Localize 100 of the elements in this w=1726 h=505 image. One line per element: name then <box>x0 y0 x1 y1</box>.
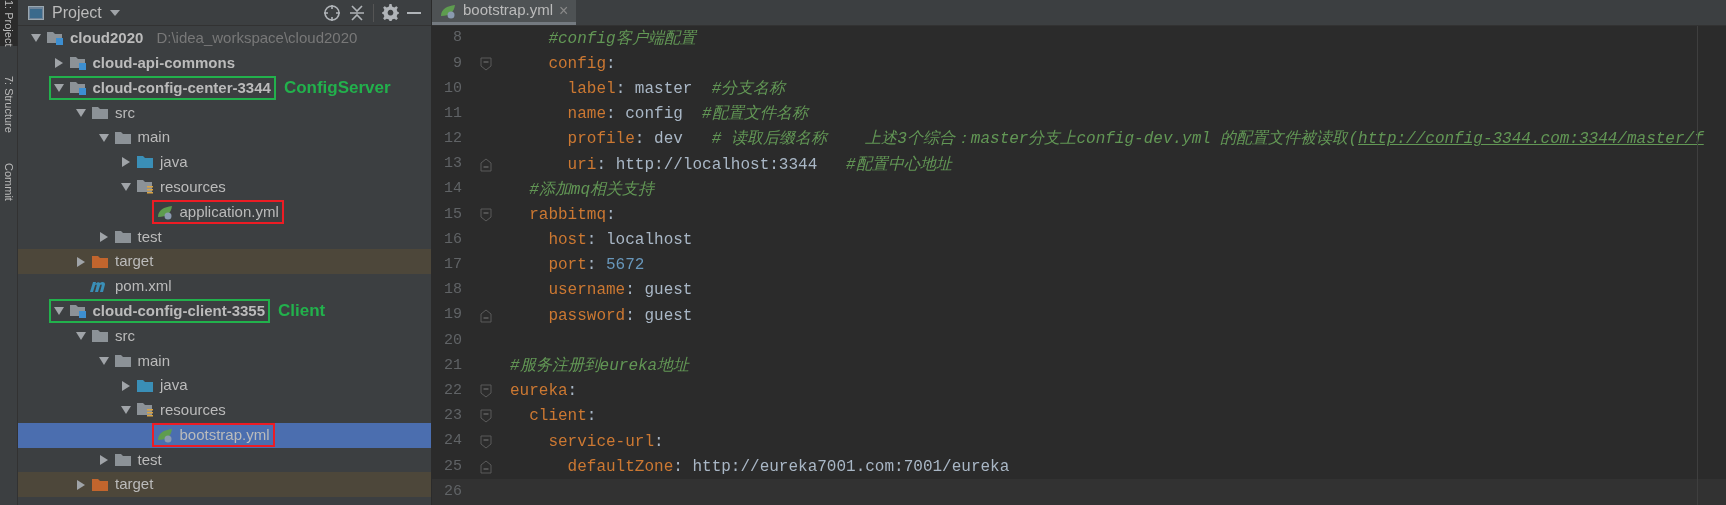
code-line: defaultZone: http://eureka7001.com:7001/eureka <box>566 456 1010 478</box>
tree-item-label: main <box>137 127 170 148</box>
line-number: 16 <box>443 229 462 250</box>
settings-icon[interactable] <box>382 4 399 21</box>
tree-item-label: main <box>137 350 170 371</box>
code-line: client: <box>528 406 597 428</box>
tree-item-label: resources <box>160 400 226 421</box>
code-line: #服务注册到eureka地址 <box>510 355 690 378</box>
tree-row[interactable]: application.yml <box>18 199 431 225</box>
expand-arrow-icon[interactable] <box>76 479 86 490</box>
module-folder-icon <box>69 55 87 72</box>
tree-row[interactable]: test <box>18 224 431 250</box>
line-number: 18 <box>443 280 462 301</box>
line-number: 21 <box>443 355 462 376</box>
tree-row[interactable]: resources <box>18 397 431 423</box>
folder-icon <box>137 155 154 170</box>
collapse-arrow-icon[interactable] <box>98 132 109 143</box>
collapse-arrow-icon[interactable] <box>31 33 41 44</box>
annotation-label: ConfigServer <box>283 77 391 100</box>
line-number: 19 <box>443 305 462 326</box>
tree-row[interactable]: cloud2020 D:\idea_workspace\cloud2020 <box>18 26 431 51</box>
tree-item-label: src <box>115 102 135 123</box>
fold-marker-icon[interactable] <box>480 459 492 474</box>
collapse-arrow-icon[interactable] <box>53 83 64 93</box>
tree-row[interactable]: cloud-config-center-3344 ConfigServer <box>18 75 431 101</box>
line-number: 10 <box>443 78 462 99</box>
tree-item-label: test <box>137 226 162 247</box>
line-number: 23 <box>443 406 462 427</box>
tree-item-label: cloud-config-center-3344 <box>92 77 271 98</box>
tree-item-label: cloud-api-commons <box>92 52 235 73</box>
tree-row[interactable]: test <box>18 447 431 473</box>
code-line: #config客户端配置 <box>547 28 696 50</box>
code-line: eureka: <box>510 381 578 403</box>
tool-window-tab[interactable]: Commit <box>0 163 18 202</box>
fold-marker-icon[interactable] <box>480 207 492 222</box>
project-path: D:\idea_workspace\cloud2020 <box>156 28 358 49</box>
line-number: 17 <box>443 255 462 276</box>
collapse-all-icon[interactable] <box>349 4 365 21</box>
dropdown-caret-icon[interactable] <box>109 9 120 16</box>
code-line: name: config #配置文件名称 <box>566 103 808 126</box>
module-folder-icon <box>69 303 87 320</box>
tree-row[interactable]: java <box>18 150 431 175</box>
line-number: 25 <box>443 456 462 477</box>
tab-label: bootstrap.yml <box>463 0 554 21</box>
fold-marker-icon[interactable] <box>480 384 492 399</box>
expand-arrow-icon[interactable] <box>98 231 109 242</box>
code-line: profile: dev # 读取后缀名称 上述3个综合：master分支上config-dev.yml 的配置文件被读取(http://config-3344.com:3344/master/f <box>566 128 1704 151</box>
expand-arrow-icon[interactable] <box>53 58 64 69</box>
leaf-icon <box>440 2 457 19</box>
line-number: 8 <box>452 28 462 49</box>
expand-arrow-icon[interactable] <box>121 157 131 168</box>
fold-marker-icon[interactable] <box>480 308 492 323</box>
code-line: rabbitmq: <box>528 204 616 226</box>
tree-row[interactable]: main <box>18 348 431 374</box>
collapse-arrow-icon[interactable] <box>98 355 109 366</box>
fold-marker-icon[interactable] <box>480 409 492 424</box>
editor-tab[interactable]: bootstrap.yml × <box>432 0 577 25</box>
tree-row[interactable]: target <box>18 249 431 274</box>
collapse-arrow-icon[interactable] <box>121 182 131 193</box>
collapse-arrow-icon[interactable] <box>76 330 86 341</box>
folder-icon <box>114 130 132 145</box>
module-folder-icon <box>69 80 87 96</box>
tree-item-label: pom.xml <box>115 276 172 297</box>
line-number: 12 <box>443 129 462 150</box>
code-line: config: <box>547 53 616 75</box>
expand-arrow-icon[interactable] <box>98 454 109 465</box>
tree-item-label: bootstrap.yml <box>179 424 270 445</box>
line-number: 22 <box>443 380 462 401</box>
tree-item-label: resources <box>160 176 226 197</box>
tree-row[interactable]: src <box>18 100 431 126</box>
tree-row[interactable]: target <box>18 472 431 498</box>
collapse-arrow-icon[interactable] <box>121 405 131 416</box>
folder-icon <box>92 328 109 343</box>
collapse-arrow-icon[interactable] <box>53 306 64 317</box>
line-number: 20 <box>443 330 462 351</box>
tree-row[interactable]: main <box>18 125 431 150</box>
resources-folder-icon <box>137 402 154 419</box>
tree-item-label: cloud-config-client-3355 <box>92 300 266 321</box>
tree-row[interactable]: cloud-config-client-3355 Client <box>18 298 431 324</box>
tool-window-tab[interactable]: 1: Project <box>0 0 18 47</box>
panel-title[interactable]: Project <box>52 0 102 25</box>
leaf-icon <box>156 203 174 220</box>
line-number: 11 <box>443 103 462 124</box>
collapse-arrow-icon[interactable] <box>76 107 86 118</box>
expand-arrow-icon[interactable] <box>121 380 131 391</box>
fold-marker-icon[interactable] <box>480 157 492 172</box>
expand-arrow-icon[interactable] <box>76 256 86 267</box>
fold-marker-icon[interactable] <box>480 434 492 449</box>
tree-row[interactable]: java <box>18 373 431 398</box>
fold-marker-icon[interactable] <box>480 56 492 71</box>
folder-icon <box>114 452 132 467</box>
code-line: username: guest <box>547 280 693 302</box>
tree-row[interactable]: src <box>18 323 431 349</box>
tool-window-tab[interactable]: 7: Structure <box>0 76 18 134</box>
leaf-icon <box>156 427 174 444</box>
tree-row[interactable]: resources <box>18 174 431 200</box>
tree-row[interactable]: cloud-api-commons <box>18 50 431 76</box>
locate-icon[interactable] <box>323 3 341 22</box>
tree-row[interactable]: pom.xml <box>18 273 431 299</box>
annotation-label: Client <box>278 300 326 323</box>
